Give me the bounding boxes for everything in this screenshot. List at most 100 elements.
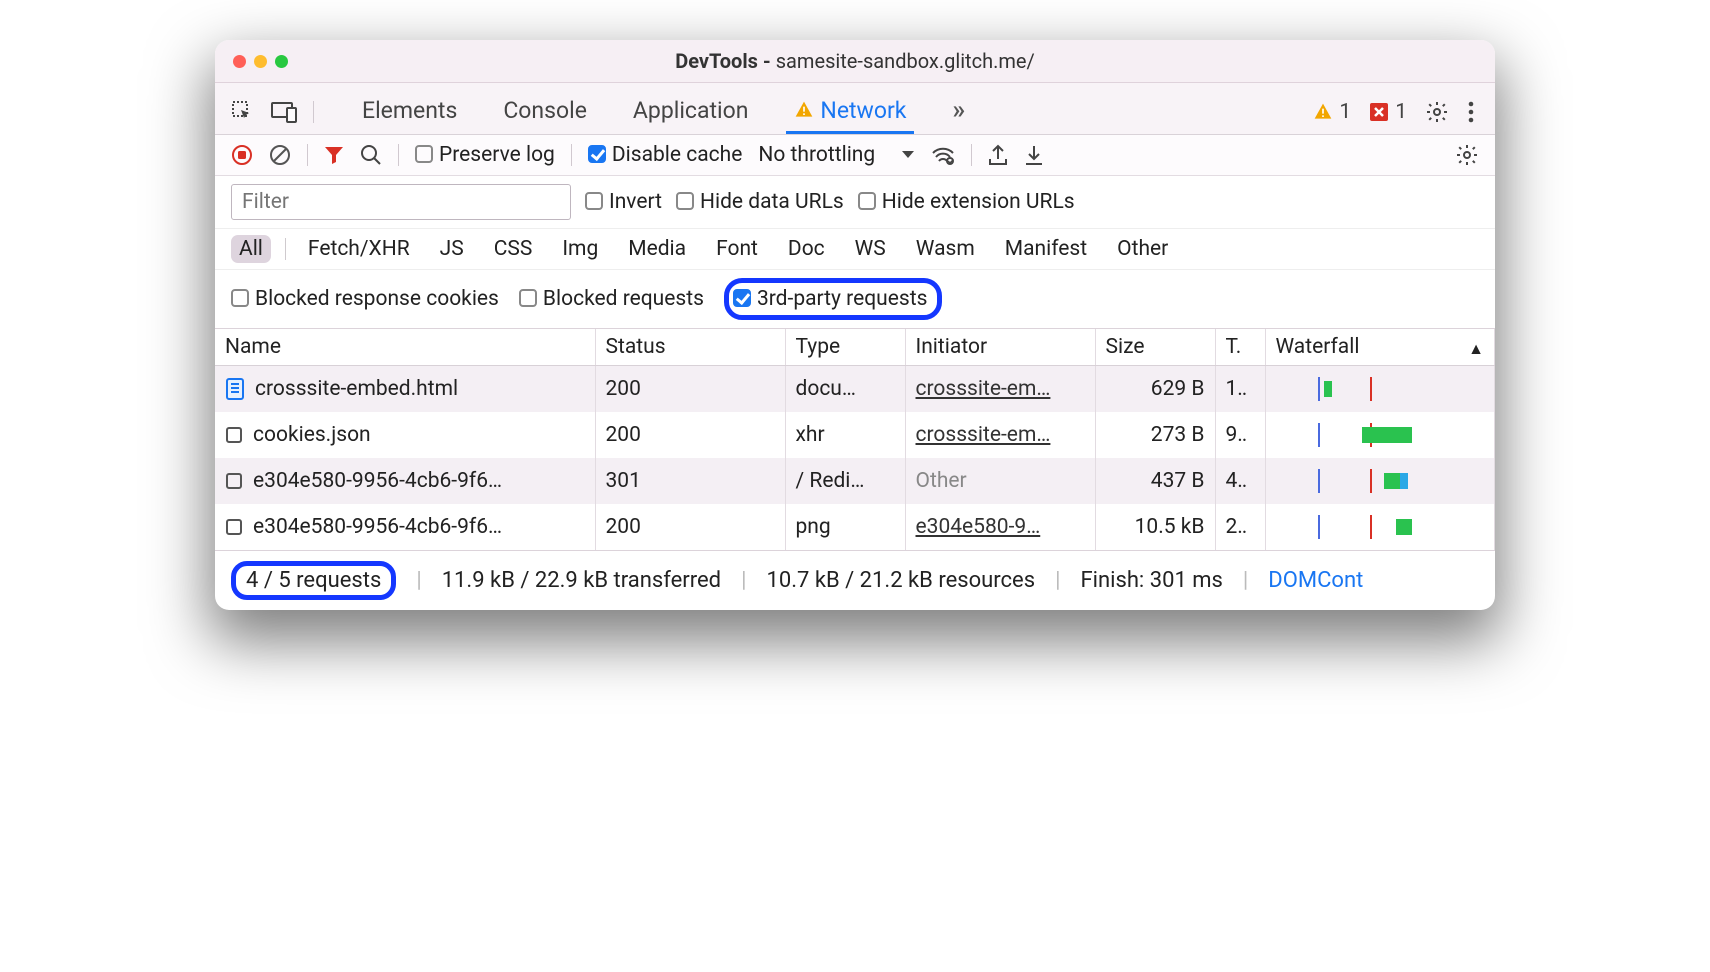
cell-initiator[interactable]: crosssite-em…	[905, 366, 1095, 412]
checkbox-icon	[519, 289, 537, 307]
hide-ext-urls-checkbox[interactable]: Hide extension URLs	[858, 190, 1075, 214]
table-row[interactable]: e304e580-9956-4cb6-9f6…200pnge304e580-9……	[215, 504, 1495, 550]
cell-name: e304e580-9956-4cb6-9f6…	[215, 458, 595, 504]
filter-icon[interactable]	[324, 145, 344, 165]
blocked-response-cookies-label: Blocked response cookies	[255, 287, 499, 311]
network-conditions-icon[interactable]	[931, 145, 955, 165]
col-status[interactable]: Status	[595, 329, 785, 366]
cell-type: xhr	[785, 412, 905, 458]
tab-console[interactable]: Console	[495, 89, 595, 134]
type-chip-doc[interactable]: Doc	[780, 235, 833, 263]
window-titlebar: DevTools - samesite-sandbox.glitch.me/	[215, 40, 1495, 83]
settings-gear-icon[interactable]	[1425, 100, 1449, 124]
tab-application[interactable]: Application	[625, 89, 757, 134]
type-chip-wasm[interactable]: Wasm	[908, 235, 983, 263]
third-party-requests-checkbox[interactable]: 3rd-party requests	[733, 287, 927, 311]
invert-label: Invert	[609, 190, 662, 214]
type-chip-other[interactable]: Other	[1109, 235, 1176, 263]
col-waterfall[interactable]: Waterfall ▲	[1265, 329, 1495, 366]
traffic-lights	[233, 55, 288, 68]
export-har-icon[interactable]	[988, 144, 1008, 166]
issues-error-counter[interactable]: 1	[1369, 100, 1407, 124]
type-chip-font[interactable]: Font	[708, 235, 766, 263]
request-name: crosssite-embed.html	[255, 377, 458, 401]
type-chip-manifest[interactable]: Manifest	[997, 235, 1095, 263]
cell-type: / Redi…	[785, 458, 905, 504]
cell-initiator[interactable]: crosssite-em…	[905, 412, 1095, 458]
preserve-log-checkbox[interactable]: Preserve log	[415, 143, 555, 167]
issues-warning-counter[interactable]: 1	[1313, 100, 1351, 124]
err-count: 1	[1395, 100, 1407, 124]
record-button[interactable]	[231, 144, 253, 166]
checkbox-icon	[415, 145, 433, 163]
cell-name: cookies.json	[215, 412, 595, 458]
network-settings-gear-icon[interactable]	[1455, 143, 1479, 167]
separator	[971, 144, 972, 166]
network-requests-table: Name Status Type Initiator Size T. Water…	[215, 329, 1495, 550]
col-time[interactable]: T.	[1215, 329, 1265, 366]
table-row[interactable]: e304e580-9956-4cb6-9f6…301/ Redi…Other43…	[215, 458, 1495, 504]
close-icon[interactable]	[233, 55, 246, 68]
cell-waterfall	[1265, 504, 1495, 550]
table-row[interactable]: crosssite-embed.html200docu…crosssite-em…	[215, 366, 1495, 412]
file-icon	[225, 378, 245, 400]
file-icon	[225, 472, 243, 490]
cell-status: 200	[595, 504, 785, 550]
cell-initiator: Other	[905, 458, 1095, 504]
separator: |	[1243, 568, 1248, 593]
cell-status: 200	[595, 412, 785, 458]
type-chip-css[interactable]: CSS	[486, 235, 541, 263]
filter-input[interactable]	[231, 184, 571, 220]
request-name: e304e580-9956-4cb6-9f6…	[253, 515, 502, 539]
kebab-menu-icon[interactable]	[1467, 100, 1475, 124]
separator	[571, 144, 572, 166]
table-header-row: Name Status Type Initiator Size T. Water…	[215, 329, 1495, 366]
import-har-icon[interactable]	[1024, 144, 1044, 166]
tab-network[interactable]: Network	[786, 89, 914, 134]
annotation-callout: 3rd-party requests	[724, 278, 942, 320]
type-chip-js[interactable]: JS	[432, 235, 472, 263]
col-type[interactable]: Type	[785, 329, 905, 366]
zoom-icon[interactable]	[275, 55, 288, 68]
type-chip-ws[interactable]: WS	[847, 235, 894, 263]
network-status-bar: 4 / 5 requests | 11.9 kB / 22.9 kB trans…	[215, 550, 1495, 610]
device-toolbar-icon[interactable]	[271, 101, 297, 123]
title-prefix: DevTools -	[675, 49, 775, 73]
cell-initiator[interactable]: e304e580-9…	[905, 504, 1095, 550]
col-waterfall-label: Waterfall	[1276, 335, 1360, 359]
status-transferred: 11.9 kB / 22.9 kB transferred	[442, 568, 721, 593]
hide-data-urls-checkbox[interactable]: Hide data URLs	[676, 190, 844, 214]
type-chip-img[interactable]: Img	[554, 235, 606, 263]
cell-waterfall	[1265, 412, 1495, 458]
blocked-requests-checkbox[interactable]: Blocked requests	[519, 287, 704, 311]
minimize-icon[interactable]	[254, 55, 267, 68]
resource-type-filter: All Fetch/XHR JS CSS Img Media Font Doc …	[215, 229, 1495, 270]
status-resources: 10.7 kB / 21.2 kB resources	[766, 568, 1035, 593]
throttling-select[interactable]: No throttling	[758, 143, 915, 167]
col-size[interactable]: Size	[1095, 329, 1215, 366]
inspect-element-icon[interactable]	[231, 100, 255, 124]
tab-elements[interactable]: Elements	[354, 89, 465, 134]
separator: |	[416, 568, 421, 593]
cell-status: 301	[595, 458, 785, 504]
tabs-overflow-button[interactable]: »	[944, 89, 973, 134]
type-chip-media[interactable]: Media	[620, 235, 694, 263]
search-icon[interactable]	[360, 144, 382, 166]
sort-asc-icon: ▲	[1468, 339, 1484, 359]
blocked-response-cookies-checkbox[interactable]: Blocked response cookies	[231, 287, 499, 311]
cell-type: docu…	[785, 366, 905, 412]
col-name[interactable]: Name	[215, 329, 595, 366]
cell-time: 9‥	[1215, 412, 1265, 458]
clear-button[interactable]	[269, 144, 291, 166]
table-row[interactable]: cookies.json200xhrcrosssite-em…273 B9‥	[215, 412, 1495, 458]
invert-checkbox[interactable]: Invert	[585, 190, 662, 214]
disable-cache-checkbox[interactable]: Disable cache	[588, 143, 743, 167]
cell-waterfall	[1265, 366, 1495, 412]
request-name: cookies.json	[253, 423, 371, 447]
cell-size: 437 B	[1095, 458, 1215, 504]
type-chip-xhr[interactable]: Fetch/XHR	[300, 235, 418, 263]
type-chip-all[interactable]: All	[231, 235, 271, 263]
separator	[307, 144, 308, 166]
col-initiator[interactable]: Initiator	[905, 329, 1095, 366]
status-requests: 4 / 5 requests	[246, 568, 381, 593]
